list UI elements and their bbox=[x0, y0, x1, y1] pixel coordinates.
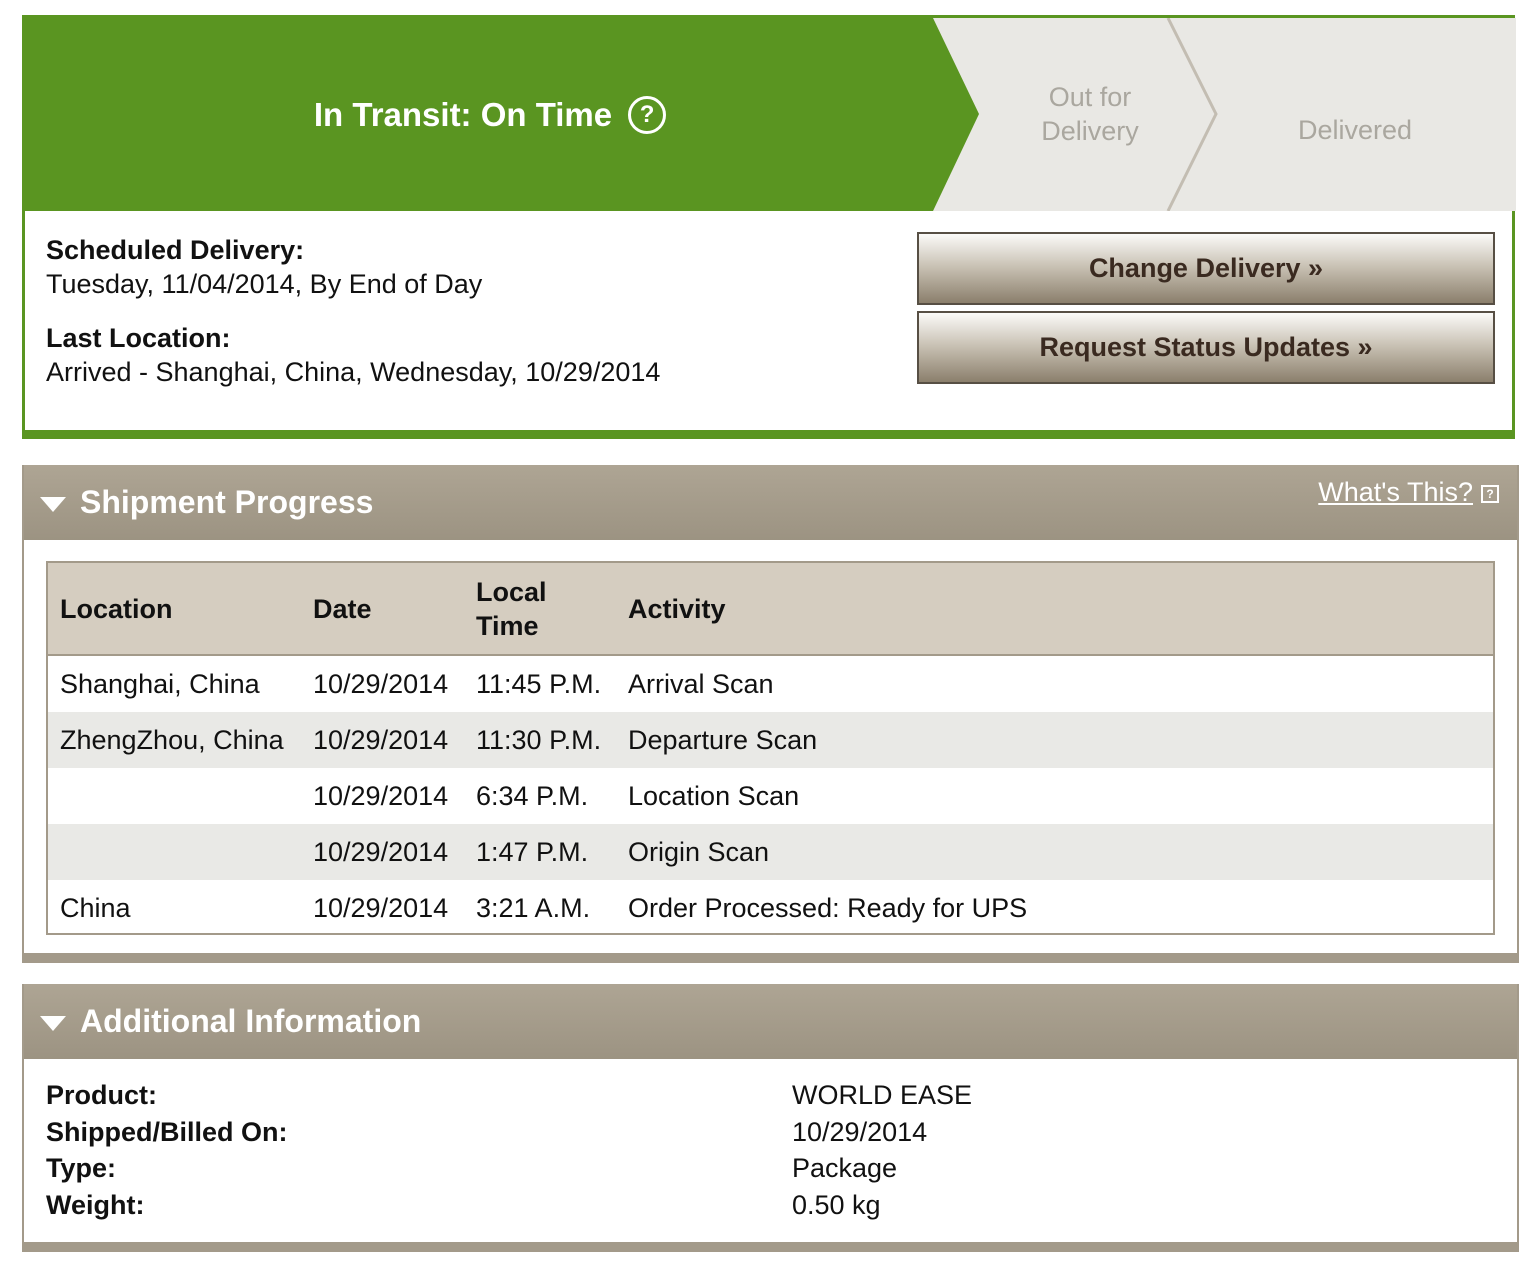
change-delivery-button[interactable]: Change Delivery » bbox=[917, 232, 1495, 305]
cell-location: China bbox=[60, 892, 131, 923]
cell-activity: Origin Scan bbox=[628, 836, 770, 867]
cell-time: 11:45 P.M. bbox=[476, 668, 602, 699]
col-local-time: Local Time bbox=[476, 576, 547, 641]
collapse-triangle-icon[interactable] bbox=[40, 1016, 66, 1031]
cell-activity: Arrival Scan bbox=[628, 668, 774, 699]
info-label: Shipped/Billed On: bbox=[46, 1116, 288, 1147]
additional-information-header[interactable]: Additional Information bbox=[24, 984, 1517, 1059]
delivery-summary: Scheduled Delivery: Tuesday, 11/04/2014,… bbox=[46, 233, 660, 409]
col-activity: Activity bbox=[628, 593, 726, 624]
progress-table: Location Date Local Time Activity Shangha… bbox=[48, 563, 1493, 936]
table-row: China 10/29/2014 3:21 A.M. Order Process… bbox=[48, 880, 1493, 936]
table-row: ZhengZhou, China 10/29/2014 11:30 P.M. D… bbox=[48, 712, 1493, 768]
shipment-progress-title: Shipment Progress bbox=[80, 484, 374, 520]
progress-table-wrapper: Location Date Local Time Activity Shangha… bbox=[46, 561, 1495, 935]
info-value: WORLD EASE bbox=[792, 1080, 973, 1110]
additional-information-panel: Additional Information Product: WORLD EA… bbox=[22, 984, 1519, 1252]
table-row: Shanghai, China 10/29/2014 11:45 P.M. Ar… bbox=[48, 655, 1493, 712]
info-label: Type: bbox=[46, 1153, 117, 1183]
cell-date: 10/29/2014 bbox=[313, 836, 449, 867]
step-delivered: Delivered bbox=[1297, 115, 1413, 145]
info-value: Package bbox=[792, 1153, 898, 1183]
col-location: Location bbox=[60, 593, 173, 624]
tracking-status-box: In Transit: On Time ? Out for Delivery D… bbox=[22, 15, 1516, 439]
collapse-triangle-icon[interactable] bbox=[40, 497, 66, 512]
additional-information-title: Additional Information bbox=[80, 1003, 422, 1039]
scheduled-delivery-value: Tuesday, 11/04/2014, By End of Day bbox=[46, 269, 483, 299]
step-in-transit-label: In Transit: On Time bbox=[313, 95, 613, 133]
last-location-value: Arrived - Shanghai, China, Wednesday, 10… bbox=[46, 357, 661, 387]
cell-time: 1:47 P.M. bbox=[476, 836, 589, 867]
last-location-label: Last Location: bbox=[46, 323, 231, 353]
scheduled-delivery-label: Scheduled Delivery: bbox=[46, 235, 305, 265]
shipment-progress-panel: Shipment Progress What's This? ? Locatio… bbox=[22, 465, 1519, 963]
cell-date: 10/29/2014 bbox=[313, 780, 449, 811]
shipment-progress-header[interactable]: Shipment Progress What's This? ? bbox=[24, 465, 1517, 540]
cell-activity: Departure Scan bbox=[628, 724, 818, 755]
info-value: 10/29/2014 bbox=[792, 1116, 928, 1147]
popup-window-icon[interactable]: ? bbox=[1481, 485, 1499, 503]
request-status-updates-button[interactable]: Request Status Updates » bbox=[917, 311, 1495, 384]
cell-location: Shanghai, China bbox=[60, 668, 260, 699]
cell-date: 10/29/2014 bbox=[313, 724, 449, 755]
cell-time: 11:30 P.M. bbox=[476, 724, 602, 755]
table-row: 10/29/2014 6:34 P.M. Location Scan bbox=[48, 768, 1493, 824]
info-value: 0.50 kg bbox=[792, 1189, 881, 1220]
help-icon[interactable]: ? bbox=[628, 95, 667, 134]
cell-location bbox=[48, 768, 301, 824]
step-out-line2: Delivery bbox=[1041, 116, 1139, 146]
step-out-line1: Out for bbox=[1048, 82, 1132, 112]
table-row: 10/29/2014 1:47 P.M. Origin Scan bbox=[48, 824, 1493, 880]
whats-this-link[interactable]: What's This? bbox=[1318, 477, 1473, 508]
table-header-row: Location Date Local Time Activity bbox=[48, 563, 1493, 655]
cell-activity: Order Processed: Ready for UPS bbox=[628, 892, 1028, 923]
info-label: Weight: bbox=[46, 1189, 145, 1220]
cell-location bbox=[48, 824, 301, 880]
cell-activity: Location Scan bbox=[628, 780, 800, 811]
col-date: Date bbox=[313, 593, 372, 624]
cell-time: 3:21 A.M. bbox=[476, 892, 591, 923]
progress-stepper: In Transit: On Time ? Out for Delivery D… bbox=[25, 18, 1516, 211]
info-row-weight: Weight: 0.50 kg bbox=[46, 1187, 1446, 1224]
step-in-transit: In Transit: On Time ? bbox=[25, 18, 955, 211]
cell-date: 10/29/2014 bbox=[313, 668, 449, 699]
info-row-type: Type: Package bbox=[46, 1150, 1446, 1187]
cell-location: ZhengZhou, China bbox=[60, 724, 284, 755]
additional-info-list: Product: WORLD EASE Shipped/Billed On: 1… bbox=[46, 1077, 1446, 1223]
cell-date: 10/29/2014 bbox=[313, 892, 449, 923]
cell-time: 6:34 P.M. bbox=[476, 780, 589, 811]
info-row-shipped: Shipped/Billed On: 10/29/2014 bbox=[46, 1114, 1446, 1151]
info-row-product: Product: WORLD EASE bbox=[46, 1077, 1446, 1114]
step-out-for-delivery: Out for Delivery bbox=[1020, 80, 1160, 148]
info-label: Product: bbox=[46, 1080, 157, 1110]
